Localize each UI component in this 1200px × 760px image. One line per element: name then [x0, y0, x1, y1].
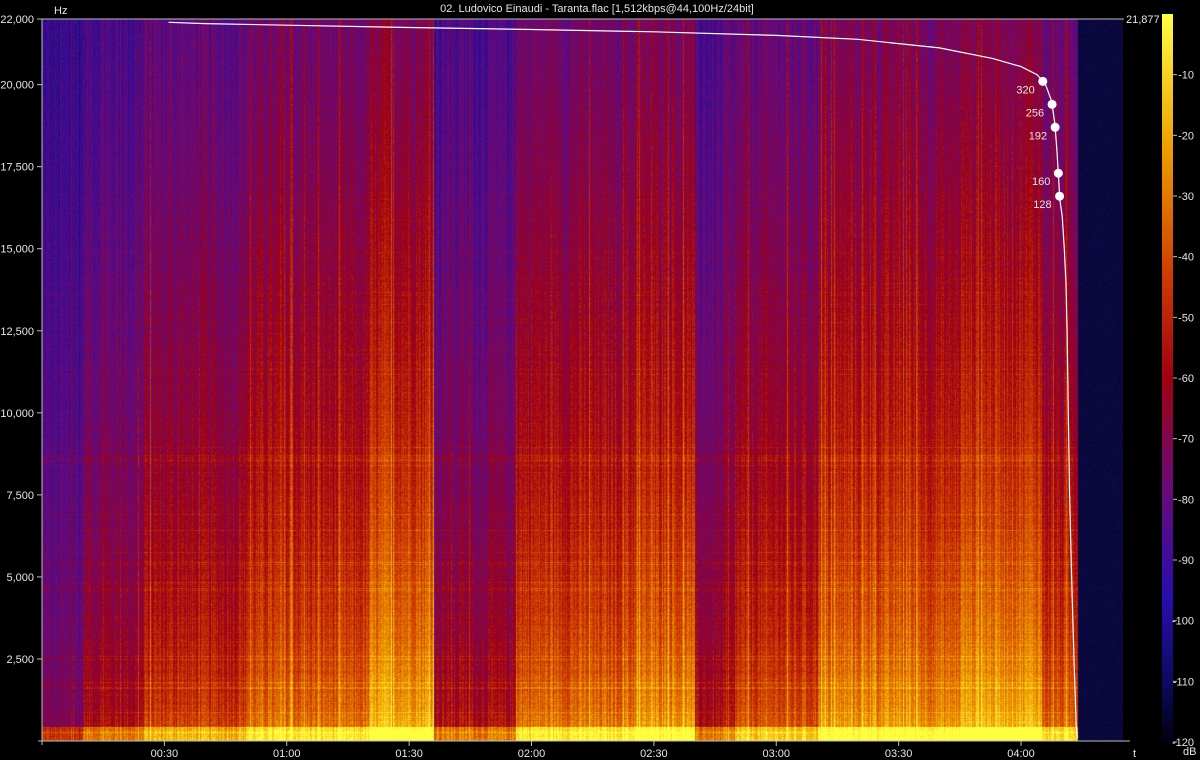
spectrogram-plot-area: [42, 19, 1123, 741]
x-tick-label: 04:00: [1007, 748, 1035, 760]
y-axis-label: Hz: [54, 5, 67, 17]
colorbar-tick-label: -40: [1178, 252, 1194, 264]
colorbar-tick-label: -90: [1178, 555, 1194, 567]
colorbar-tick-label: -80: [1178, 494, 1194, 506]
bitrate-marker-label: 192: [1029, 130, 1047, 142]
x-tick-label: 03:30: [885, 748, 913, 760]
colorbar-tick-label: -20: [1178, 130, 1194, 142]
colorbar-tick-label: -70: [1178, 434, 1194, 446]
x-tick-label: 02:00: [518, 748, 546, 760]
chart-title: 02. Ludovico Einaudi - Taranta.flac [1,5…: [440, 3, 754, 15]
y-tick-label: 20,000: [0, 80, 34, 92]
colorbar-label: dB: [1183, 746, 1196, 758]
colorbar-tick-label: -110: [1173, 676, 1194, 688]
bitrate-marker: [1050, 122, 1060, 132]
bitrate-marker: [1055, 191, 1065, 201]
x-tick-label: 02:30: [640, 748, 668, 760]
y-tick-label: 7,500: [6, 490, 34, 502]
colorbar-tick-label: -30: [1178, 191, 1194, 203]
y-tick-label: 22,000: [0, 14, 34, 26]
spectrogram-chart: 02. Ludovico Einaudi - Taranta.flac [1,5…: [0, 0, 1200, 760]
x-tick-label: 03:00: [762, 748, 790, 760]
colorbar-tick-label: -100: [1172, 616, 1194, 628]
colorbar-tick-label: -60: [1178, 373, 1194, 385]
colorbar-tick-label: -10: [1178, 70, 1194, 82]
max-frequency-label: 21,877: [1126, 14, 1160, 26]
bitrate-marker-label: 128: [1033, 199, 1051, 211]
bitrate-marker-label: 160: [1032, 176, 1050, 188]
y-tick-label: 2,500: [6, 654, 34, 666]
x-tick-label: 00:30: [151, 748, 179, 760]
y-tick-label: 5,000: [6, 572, 34, 584]
colorbar: [1162, 14, 1173, 742]
x-tick-label: 01:00: [273, 748, 301, 760]
bitrate-marker-label: 320: [1016, 84, 1034, 96]
bitrate-marker: [1053, 168, 1063, 178]
x-axis-label: t: [1133, 748, 1136, 760]
y-tick-label: 10,000: [0, 408, 34, 420]
colorbar-tick-label: -50: [1178, 312, 1194, 324]
y-tick-label: 15,000: [0, 244, 34, 256]
y-tick-label: 17,500: [0, 162, 34, 174]
bitrate-marker: [1038, 76, 1048, 86]
y-tick-label: 12,500: [0, 326, 34, 338]
x-tick-label: 01:30: [395, 748, 423, 760]
bitrate-marker: [1047, 99, 1057, 109]
bitrate-marker-label: 256: [1026, 107, 1044, 119]
